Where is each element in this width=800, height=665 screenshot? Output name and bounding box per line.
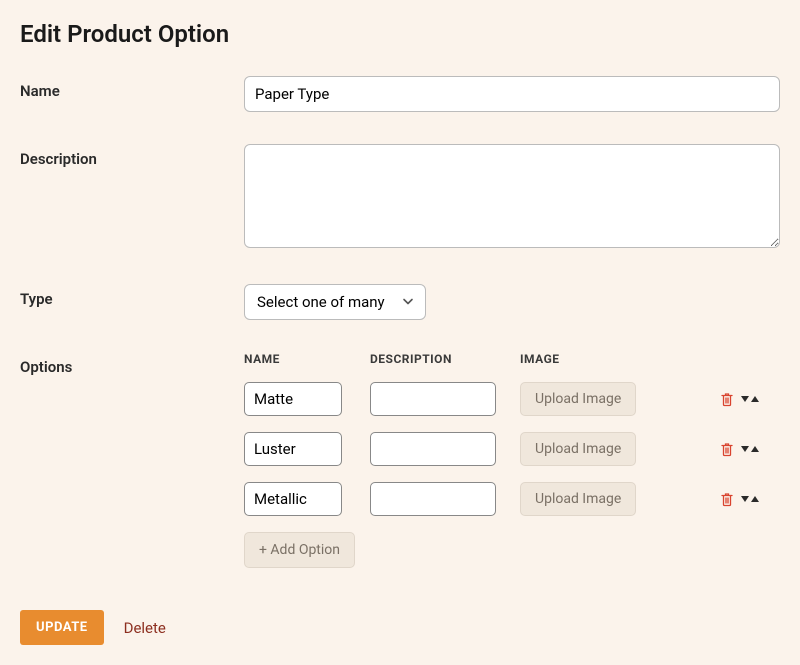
label-description: Description — [20, 144, 244, 168]
upload-image-button[interactable]: Upload Image — [520, 482, 636, 516]
delete-link[interactable]: Delete — [124, 619, 166, 637]
upload-image-button[interactable]: Upload Image — [520, 432, 636, 466]
trash-icon[interactable] — [720, 442, 734, 457]
sort-handle[interactable] — [740, 494, 760, 504]
update-button[interactable]: UPDATE — [20, 610, 104, 645]
trash-icon[interactable] — [720, 492, 734, 507]
label-type: Type — [20, 284, 244, 308]
option-name-input[interactable] — [244, 432, 342, 466]
options-header-description: DESCRIPTION — [370, 352, 520, 366]
option-row: Upload Image — [244, 482, 780, 516]
option-description-input[interactable] — [370, 382, 496, 416]
sort-handle[interactable] — [740, 394, 760, 404]
sort-handle[interactable] — [740, 444, 760, 454]
option-name-input[interactable] — [244, 482, 342, 516]
label-name: Name — [20, 76, 244, 100]
option-row: Upload Image — [244, 382, 780, 416]
option-name-input[interactable] — [244, 382, 342, 416]
page-title: Edit Product Option — [20, 20, 780, 48]
type-select[interactable]: Select one of many — [244, 284, 426, 320]
options-header-name: NAME — [244, 352, 370, 366]
option-description-input[interactable] — [370, 432, 496, 466]
name-input[interactable] — [244, 76, 780, 112]
option-row: Upload Image — [244, 432, 780, 466]
option-description-input[interactable] — [370, 482, 496, 516]
description-textarea[interactable] — [244, 144, 780, 248]
options-header-image: IMAGE — [520, 352, 690, 366]
label-options: Options — [20, 352, 244, 376]
add-option-button[interactable]: + Add Option — [244, 532, 355, 568]
upload-image-button[interactable]: Upload Image — [520, 382, 636, 416]
trash-icon[interactable] — [720, 392, 734, 407]
